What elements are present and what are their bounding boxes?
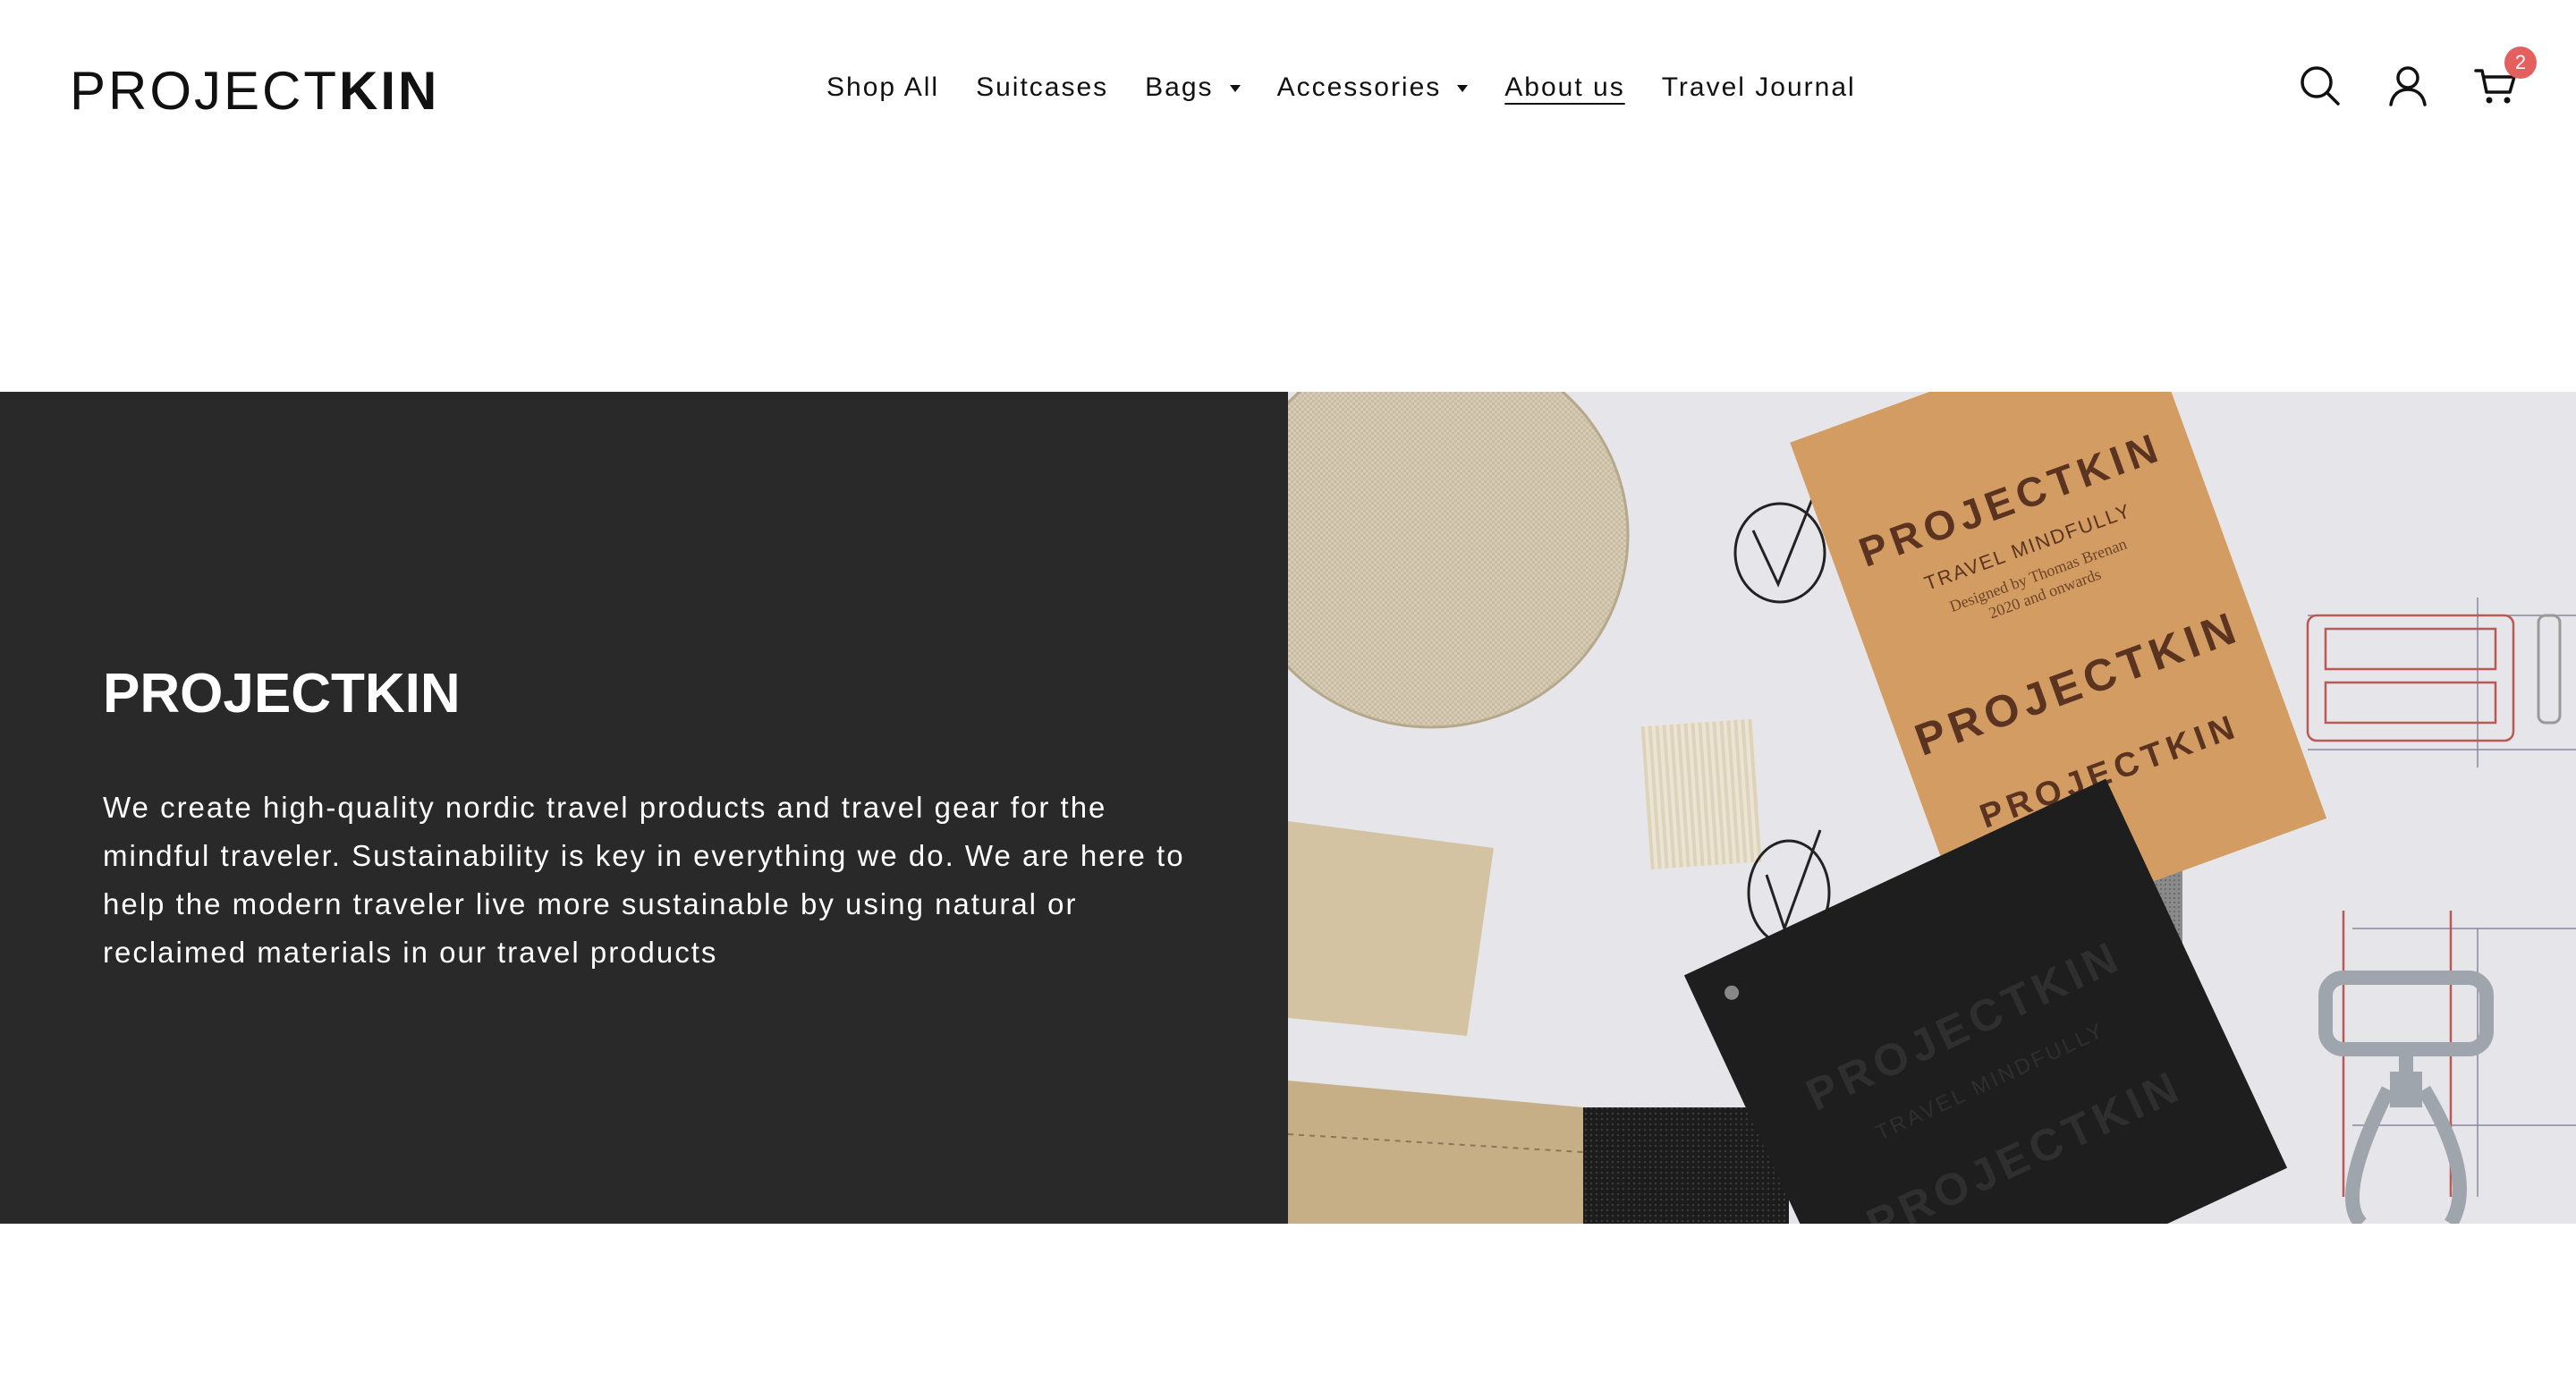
search-icon (2301, 66, 2340, 106)
hero-description: We create high-quality nordic travel pro… (103, 791, 1185, 969)
hero-image: PROJECTKIN TRAVEL MINDFULLY Designed by … (1288, 392, 2576, 1224)
site-logo[interactable]: PROJECTKIN (70, 64, 439, 118)
nav-label: About us (1504, 72, 1625, 102)
cart-button[interactable]: 2 (2472, 47, 2537, 109)
search-button[interactable] (2297, 63, 2343, 109)
header-actions: 2 (2297, 47, 2537, 109)
nav-item-accessories[interactable]: Accessories (1277, 74, 1469, 101)
hero-text-panel: PROJECTKIN We create high-quality nordic… (0, 392, 1288, 1224)
nav-item-travel-journal[interactable]: Travel Journal (1662, 74, 1856, 101)
materials-flatlay-image: PROJECTKIN TRAVEL MINDFULLY Designed by … (1288, 392, 2576, 1224)
main-nav: Shop All Suitcases Bags Accessories Abou… (826, 70, 1893, 106)
nav-label: Bags (1145, 72, 1214, 102)
logo-text-bold: KIN (339, 61, 440, 121)
cart-count-badge: 2 (2504, 47, 2537, 79)
nav-item-suitcases[interactable]: Suitcases (976, 74, 1108, 101)
nav-label: Suitcases (976, 72, 1109, 102)
user-icon (2389, 66, 2427, 106)
nav-label: Travel Journal (1661, 72, 1856, 102)
caret-down-icon (1457, 85, 1469, 92)
account-button[interactable] (2385, 63, 2431, 109)
nav-item-bags[interactable]: Bags (1145, 72, 1241, 102)
hero-title: PROJECTKIN (103, 663, 461, 725)
about-hero: PROJECTKIN We create high-quality nordic… (0, 392, 2576, 1224)
site-header: PROJECTKIN Shop All Suitcases Bags Acces… (0, 0, 2576, 179)
nav-label: Shop All (826, 72, 940, 102)
nav-item-shop-all[interactable]: Shop All (826, 74, 939, 101)
nav-label: Accessories (1276, 72, 1442, 102)
logo-text-light: PROJECT (70, 61, 340, 121)
nav-item-about-us[interactable]: About us (1504, 74, 1624, 101)
caret-down-icon (1229, 85, 1241, 92)
